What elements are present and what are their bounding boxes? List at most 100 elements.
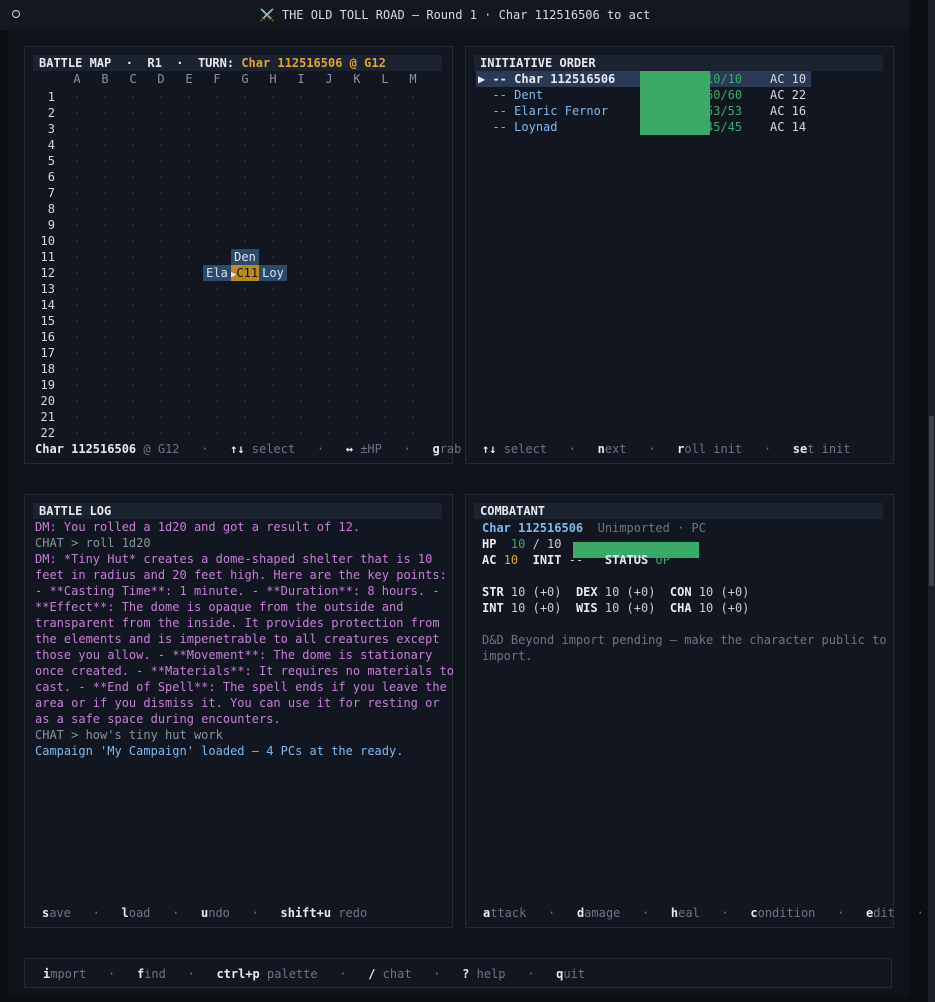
map-cell[interactable]: · xyxy=(63,249,91,265)
map-cell[interactable]: · xyxy=(371,265,399,281)
map-cell[interactable]: · xyxy=(371,137,399,153)
map-cell[interactable]: · xyxy=(91,297,119,313)
map-cell[interactable]: · xyxy=(315,345,343,361)
map-cell[interactable]: · xyxy=(175,185,203,201)
map-cell[interactable]: · xyxy=(259,329,287,345)
map-cell[interactable]: · xyxy=(203,281,231,297)
map-cell[interactable]: · xyxy=(63,345,91,361)
map-cell[interactable]: · xyxy=(343,121,371,137)
map-cell[interactable]: · xyxy=(343,185,371,201)
map-cell[interactable]: · xyxy=(343,105,371,121)
map-cell[interactable]: · xyxy=(175,425,203,441)
map-cell[interactable]: · xyxy=(63,297,91,313)
map-cell[interactable]: · xyxy=(371,153,399,169)
map-cell[interactable]: · xyxy=(175,121,203,137)
map-cell[interactable]: · xyxy=(119,361,147,377)
map-cell[interactable]: · xyxy=(91,329,119,345)
condition-hotkey[interactable]: c xyxy=(750,906,757,920)
map-cell[interactable]: · xyxy=(231,89,259,105)
map-cell[interactable]: · xyxy=(175,297,203,313)
map-cell[interactable]: · xyxy=(315,185,343,201)
map-cell[interactable]: · xyxy=(287,169,315,185)
map-cell[interactable]: · xyxy=(119,329,147,345)
map-cell[interactable]: · xyxy=(147,409,175,425)
map-cell[interactable]: · xyxy=(175,329,203,345)
map-cell[interactable]: · xyxy=(287,185,315,201)
map-cell[interactable]: · xyxy=(63,329,91,345)
map-cell[interactable]: · xyxy=(399,281,427,297)
map-cell[interactable]: · xyxy=(315,233,343,249)
map-cell[interactable]: · xyxy=(399,313,427,329)
map-cell[interactable]: · xyxy=(175,169,203,185)
map-cell[interactable]: · xyxy=(399,201,427,217)
map-cell[interactable]: · xyxy=(315,169,343,185)
map-cell[interactable]: · xyxy=(399,345,427,361)
map-cell[interactable]: · xyxy=(315,249,343,265)
map-cell[interactable]: · xyxy=(119,89,147,105)
map-cell[interactable]: · xyxy=(231,153,259,169)
map-cell[interactable]: · xyxy=(91,233,119,249)
map-token[interactable]: Loy xyxy=(259,265,287,281)
battle-map-grid[interactable]: A B C D E F G H I J K L M 1 · · · · · · · · · · · · · 2 · · · · · · · · · · · ·… xyxy=(25,47,452,447)
map-cell[interactable]: · xyxy=(147,137,175,153)
map-cell[interactable]: · xyxy=(287,425,315,441)
map-cell[interactable]: · xyxy=(63,425,91,441)
map-cell[interactable]: · xyxy=(203,249,231,265)
map-cell[interactable]: · xyxy=(203,201,231,217)
map-cell[interactable]: · xyxy=(315,265,343,281)
map-cell[interactable]: · xyxy=(371,377,399,393)
map-cell[interactable]: · xyxy=(343,345,371,361)
map-cell[interactable]: · xyxy=(343,233,371,249)
map-cell[interactable]: · xyxy=(119,345,147,361)
map-cell[interactable]: · xyxy=(203,377,231,393)
map-cell[interactable]: · xyxy=(175,201,203,217)
map-cell[interactable]: · xyxy=(119,393,147,409)
map-cell[interactable]: · xyxy=(371,281,399,297)
map-cell[interactable]: · xyxy=(287,153,315,169)
map-cell[interactable]: · xyxy=(119,409,147,425)
map-cell[interactable]: · xyxy=(315,153,343,169)
active-token[interactable]: ▶C11 xyxy=(231,265,259,281)
map-cell[interactable]: · xyxy=(259,409,287,425)
map-cell[interactable]: · xyxy=(63,169,91,185)
map-cell[interactable]: · xyxy=(287,329,315,345)
map-cell[interactable]: · xyxy=(399,377,427,393)
map-cell[interactable]: · xyxy=(175,393,203,409)
map-cell[interactable]: · xyxy=(63,265,91,281)
map-cell[interactable]: · xyxy=(371,313,399,329)
map-cell[interactable]: · xyxy=(203,105,231,121)
map-cell[interactable]: · xyxy=(259,217,287,233)
map-cell[interactable]: · xyxy=(343,249,371,265)
map-cell[interactable]: · xyxy=(63,137,91,153)
map-cell[interactable]: · xyxy=(119,201,147,217)
map-cell[interactable]: · xyxy=(147,329,175,345)
map-cell[interactable]: · xyxy=(147,233,175,249)
map-cell[interactable]: · xyxy=(287,377,315,393)
map-cell[interactable]: · xyxy=(315,281,343,297)
map-cell[interactable]: · xyxy=(231,329,259,345)
map-token[interactable]: Den xyxy=(231,249,259,265)
map-cell[interactable]: · xyxy=(399,105,427,121)
map-cell[interactable]: · xyxy=(147,393,175,409)
map-cell[interactable]: · xyxy=(175,153,203,169)
map-cell[interactable]: · xyxy=(315,377,343,393)
map-cell[interactable]: · xyxy=(231,409,259,425)
map-cell[interactable]: · xyxy=(63,89,91,105)
map-cell[interactable]: · xyxy=(231,121,259,137)
map-cell[interactable]: · xyxy=(91,201,119,217)
map-cell[interactable]: · xyxy=(315,89,343,105)
map-cell[interactable]: · xyxy=(119,265,147,281)
initiative-row[interactable]: -- Loynad 45/45 AC 14 xyxy=(476,119,811,135)
map-cell[interactable]: · xyxy=(371,297,399,313)
map-cell[interactable]: · xyxy=(315,297,343,313)
map-cell[interactable]: · xyxy=(259,361,287,377)
map-cell[interactable]: · xyxy=(91,185,119,201)
map-cell[interactable]: · xyxy=(343,313,371,329)
map-cell[interactable]: · xyxy=(343,425,371,441)
map-cell[interactable]: · xyxy=(203,409,231,425)
map-cell[interactable]: · xyxy=(343,329,371,345)
map-cell[interactable]: · xyxy=(175,249,203,265)
initiative-row[interactable]: ▶ -- Char 112516506 10/10 AC 10 xyxy=(476,71,811,87)
map-cell[interactable]: · xyxy=(147,217,175,233)
grab-hotkey[interactable]: g xyxy=(432,442,439,456)
